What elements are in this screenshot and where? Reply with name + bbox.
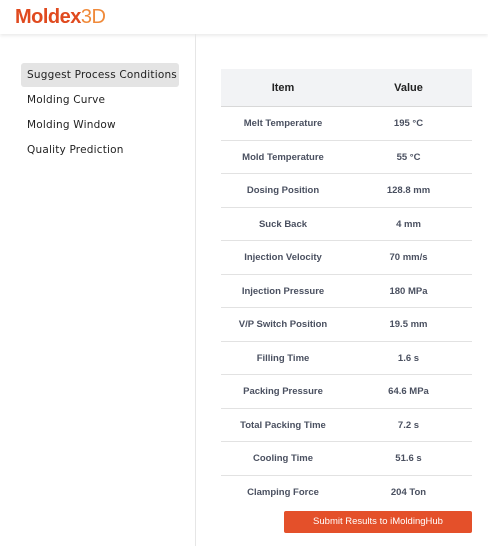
process-conditions-table: Item Value Melt Temperature 195 °C Mold Te…: [221, 69, 472, 509]
top-header: Moldex3D: [0, 0, 488, 34]
row-item-label: Injection Pressure: [241, 285, 325, 297]
row-item-label: Melt Temperature: [243, 118, 323, 129]
moldex3d-logo[interactable]: Moldex3D: [15, 6, 106, 29]
sidebar-item-molding-window[interactable]: Molding Window: [21, 113, 179, 137]
table-row: Filling Time 1.6 s: [221, 342, 472, 375]
row-value: 128.8 mm: [386, 185, 431, 196]
sidebar-item-suggest-process-conditions[interactable]: Suggest Process Conditions: [21, 63, 179, 87]
table-header: Item Value: [221, 69, 472, 107]
table-row: Injection Velocity 70 mm/s: [221, 241, 472, 275]
row-item-label: Clamping Force: [247, 486, 319, 498]
row-value: 1.6 s: [397, 352, 420, 364]
table-row: Melt Temperature 195 °C: [221, 107, 472, 141]
row-value: 195 °C: [393, 118, 424, 129]
table-body: Melt Temperature 195 °C Mold Temperature 55…: [221, 107, 472, 509]
submit-results-button[interactable]: Submit Results to iMoldingHub: [284, 511, 472, 533]
row-item-label: Suck Back: [258, 218, 308, 230]
table-row: Suck Back 4 mm: [221, 208, 472, 241]
logo-text-3d: 3D: [80, 6, 106, 28]
table-row: Injection Pressure 180 MPa: [221, 275, 472, 308]
sidebar-item-molding-curve[interactable]: Molding Curve: [21, 88, 179, 112]
row-value: 70 mm/s: [389, 252, 428, 263]
row-item-label: Injection Velocity: [244, 252, 322, 263]
row-value: 51.6 s: [395, 453, 422, 464]
table-row: V/P Switch Position 19.5 mm: [221, 308, 472, 342]
table-row: Mold Temperature 55 °C: [221, 141, 472, 174]
row-item-label: Cooling Time: [253, 453, 313, 464]
row-value: 64.6 MPa: [388, 386, 429, 397]
table-row: Cooling Time 51.6 s: [221, 442, 472, 476]
table-row: Total Packing Time 7.2 s: [221, 409, 472, 442]
row-value: 55 °C: [396, 151, 421, 163]
sidebar-item-quality-prediction[interactable]: Quality Prediction: [21, 138, 179, 162]
row-value: 204 Ton: [390, 486, 427, 498]
row-value: 19.5 mm: [389, 319, 428, 330]
column-header-item: Item: [271, 82, 295, 94]
row-value: 4 mm: [396, 218, 421, 230]
row-item-label: Packing Pressure: [243, 386, 323, 397]
row-item-label: V/P Switch Position: [238, 319, 328, 330]
logo-text-moldex: Moldex: [15, 6, 81, 28]
row-item-label: Mold Temperature: [242, 151, 324, 163]
sidebar: Suggest Process Conditions Molding Curve…: [0, 34, 196, 546]
row-item-label: Total Packing Time: [240, 419, 326, 431]
row-item-label: Dosing Position: [246, 185, 320, 196]
row-value: 7.2 s: [397, 419, 420, 431]
column-header-value: Value: [394, 82, 423, 94]
table-row: Dosing Position 128.8 mm: [221, 174, 472, 208]
row-item-label: Filling Time: [256, 352, 310, 364]
table-row: Clamping Force 204 Ton: [221, 476, 472, 510]
row-value: 180 MPa: [389, 285, 428, 297]
table-row: Packing Pressure 64.6 MPa: [221, 375, 472, 409]
